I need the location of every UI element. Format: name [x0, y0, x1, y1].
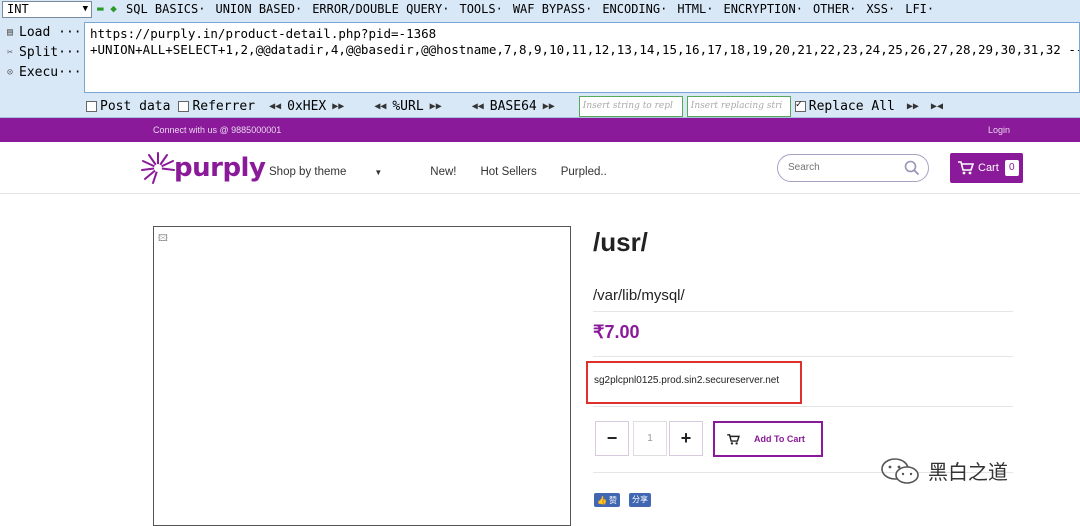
shopping-cart-icon — [958, 161, 974, 175]
wechat-icon — [881, 457, 919, 484]
menu-other[interactable]: OTHER· — [813, 2, 856, 16]
split-url-label: Split··· — [19, 44, 82, 60]
referrer-label: Referrer — [192, 98, 256, 114]
post-data-checkbox[interactable]: Post data — [86, 99, 170, 114]
product-price: ₹7.00 — [593, 322, 640, 342]
menu-error-double-query[interactable]: ERROR/DOUBLE QUERY· — [312, 2, 449, 16]
chevron-down-icon: ▼ — [82, 4, 88, 14]
caret-down-icon: ▼ — [374, 168, 383, 177]
base64-label: BASE64 — [489, 98, 537, 114]
url-line-1: https://purply.in/product-detail.php?pid… — [90, 26, 437, 41]
nav-hot-sellers[interactable]: Hot Sellers — [480, 166, 536, 178]
divider — [593, 356, 1013, 357]
search-icon[interactable] — [904, 160, 920, 176]
share-button[interactable]: 分享 — [629, 493, 651, 507]
nav-shop-by-theme-label: Shop by theme — [269, 166, 347, 178]
quantity-input[interactable]: 1 — [633, 421, 667, 456]
menu-tools[interactable]: TOOLS· — [459, 2, 502, 16]
site-header: purply Shop by theme ▼ New! Hot Sellers P… — [0, 142, 1080, 194]
load-icon: ▤ — [6, 26, 14, 38]
url-textarea[interactable]: https://purply.in/product-detail.php?pid… — [84, 22, 1080, 93]
broken-image-icon: 🖾 — [158, 233, 168, 243]
hex-encoder: ◀◀ 0xHEX ▶▶ — [263, 99, 350, 114]
url-encoder: ◀◀ %URL ▶▶ — [368, 99, 447, 114]
product-title: /usr/ — [593, 227, 648, 257]
replacing-string-input[interactable]: Insert replacing stri — [686, 95, 791, 117]
add-to-cart-button[interactable]: Add To Cart — [713, 421, 823, 457]
url-line-2: +UNION+ALL+SELECT+1,2,@@datadir,4,@@base… — [90, 42, 1080, 57]
execute-button[interactable]: ⊙ Execu··· — [4, 62, 82, 82]
referrer-checkbox[interactable]: Referrer — [178, 99, 255, 114]
watermark-text: 黑白之道 — [928, 460, 1008, 484]
hackbar-menu: INT ▼ ▬ ◆ SQL BASICS· UNION BASED· ERROR… — [0, 0, 1080, 20]
load-url-button[interactable]: ▤ Load ··· — [4, 22, 82, 42]
shopping-cart-icon — [727, 433, 740, 445]
load-url-label: Load ··· — [19, 24, 82, 40]
menu-html[interactable]: HTML· — [677, 2, 713, 16]
replace-arrows: ▶▶ ▶◀ — [901, 101, 949, 112]
type-select-value: INT — [7, 2, 29, 16]
play-icon: ⊙ — [6, 66, 14, 78]
scissors-icon: ✂ — [6, 46, 14, 58]
product-image: 🖾 — [153, 226, 571, 526]
encode-arrow-icon[interactable]: ▶▶ — [332, 101, 344, 112]
cart-button[interactable]: Cart 0 — [950, 153, 1023, 183]
logo-wordmark: purply — [174, 153, 266, 183]
decode-arrow-icon[interactable]: ◀◀ — [374, 101, 386, 112]
replace-all-label: Replace All — [808, 98, 895, 114]
menu-sql-basics[interactable]: SQL BASICS· — [126, 2, 205, 16]
site-logo[interactable]: purply — [140, 150, 266, 186]
add-to-cart-label: Add To Cart — [754, 434, 805, 444]
insert-string-input[interactable]: Insert string to repl — [578, 95, 683, 117]
main-nav: Shop by theme ▼ New! Hot Sellers Purpled.… — [269, 166, 631, 178]
thumbs-up-icon: 👍 — [597, 495, 607, 505]
nav-new[interactable]: New! — [430, 166, 456, 178]
type-select[interactable]: INT ▼ — [2, 1, 92, 18]
decode-arrow-icon[interactable]: ◀◀ — [269, 101, 281, 112]
watermark: 黑白之道 — [880, 456, 1008, 485]
contact-text: Connect with us @ 9885000001 — [153, 125, 282, 135]
encode-arrow-icon[interactable]: ▶▶ — [430, 101, 442, 112]
hex-label: 0xHEX — [287, 98, 327, 114]
replace-all-checkbox[interactable]: Replace All ▶▶ ▶◀ — [794, 98, 949, 114]
like-label: 赞 — [608, 495, 617, 505]
search-box — [777, 154, 929, 182]
divider — [593, 311, 1013, 312]
menu-encryption[interactable]: ENCRYPTION· — [723, 2, 802, 16]
replace-left-arrow-icon[interactable]: ▶◀ — [931, 101, 943, 112]
post-data-label: Post data — [100, 98, 171, 114]
checkbox-checked-icon — [794, 99, 806, 112]
menu-bullet-icons: ▬ ◆ — [97, 2, 117, 15]
menu-xss[interactable]: XSS· — [866, 2, 895, 16]
split-url-button[interactable]: ✂ Split··· — [4, 42, 82, 62]
execute-label: Execu··· — [19, 64, 82, 80]
cart-count-badge: 0 — [1004, 160, 1019, 176]
decode-arrow-icon[interactable]: ◀◀ — [472, 101, 484, 112]
search-input[interactable] — [788, 162, 898, 173]
product-subtitle: /var/lib/mysql/ — [593, 287, 685, 304]
menu-lfi[interactable]: LFI· — [905, 2, 934, 16]
menu-union-based[interactable]: UNION BASED· — [215, 2, 302, 16]
cart-label: Cart — [978, 162, 999, 174]
divider — [593, 406, 1013, 407]
encode-arrow-icon[interactable]: ▶▶ — [543, 101, 555, 112]
quantity-increase-button[interactable]: + — [669, 421, 703, 456]
site-top-bar: Connect with us @ 9885000001 Login — [0, 118, 1080, 142]
facebook-like-button[interactable]: 👍 赞 — [594, 493, 620, 507]
checkbox-icon — [86, 100, 97, 112]
replace-right-arrow-icon[interactable]: ▶▶ — [907, 101, 919, 112]
nav-purpled[interactable]: Purpled.. — [561, 166, 607, 178]
menu-waf-bypass[interactable]: WAF BYPASS· — [513, 2, 592, 16]
nav-shop-by-theme[interactable]: Shop by theme ▼ — [269, 166, 406, 178]
sunburst-logo-icon — [141, 152, 175, 184]
menu-encoding[interactable]: ENCODING· — [602, 2, 667, 16]
product-hostname-text: sg2plcpnl0125.prod.sin2.secureserver.net — [594, 375, 780, 386]
hackbar-toolbar: INT ▼ ▬ ◆ SQL BASICS· UNION BASED· ERROR… — [0, 0, 1080, 118]
login-link[interactable]: Login — [988, 125, 1010, 135]
quantity-decrease-button[interactable]: − — [595, 421, 629, 456]
base64-encoder: ◀◀ BASE64 ▶▶ — [466, 99, 561, 114]
url-encode-label: %URL — [392, 98, 424, 114]
checkbox-icon — [178, 100, 190, 112]
